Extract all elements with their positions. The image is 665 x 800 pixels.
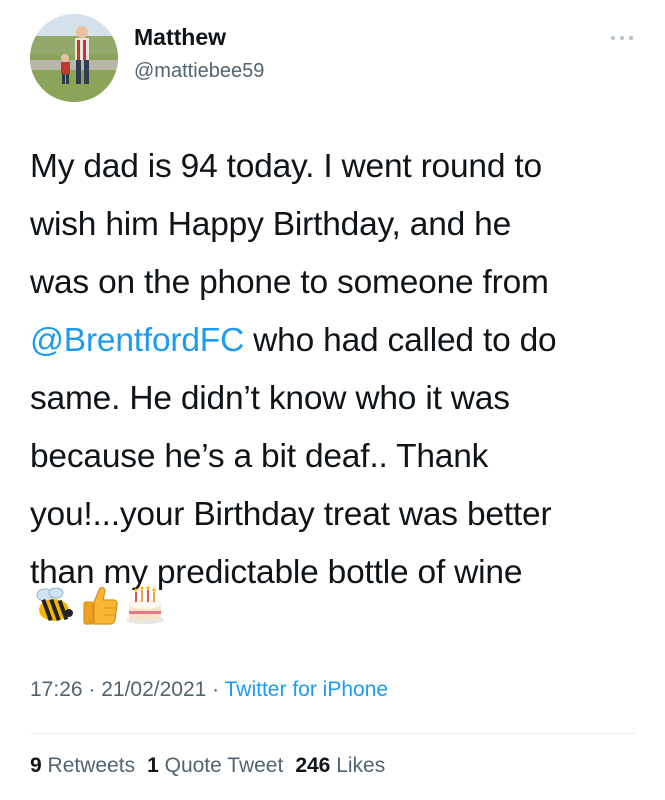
mention-link[interactable]: @BrentfordFC xyxy=(30,322,244,359)
tweet-stats: 9 Retweets 1 Quote Tweet 246 Likes xyxy=(30,754,385,778)
tweet-source-link[interactable]: Twitter for iPhone xyxy=(225,678,388,701)
meta-separator: · xyxy=(82,678,102,701)
likes-stat[interactable]: 246 Likes xyxy=(295,754,385,777)
tweet-line: because he’s a bit deaf.. Thank xyxy=(30,438,489,475)
avatar[interactable] xyxy=(30,14,118,102)
retweets-stat[interactable]: 9 Retweets xyxy=(30,754,135,777)
quote-tweets-label: Quote Tweet xyxy=(164,754,284,777)
retweets-label: Retweets xyxy=(47,754,136,777)
tweet-line: @BrentfordFC who had called to do xyxy=(30,312,642,370)
tweet-line: wish him Happy Birthday, and he xyxy=(30,206,512,243)
likes-label: Likes xyxy=(336,754,386,777)
emoji-row xyxy=(32,583,166,631)
retweets-count: 9 xyxy=(30,754,42,777)
tweet-line: was on the phone to someone from xyxy=(30,264,549,301)
author-display-name[interactable]: Matthew xyxy=(134,24,226,51)
tweet-line: My dad is 94 today. I went round to xyxy=(30,148,542,185)
quotes-stat[interactable]: 1 Quote Tweet xyxy=(147,754,283,777)
meta-separator: · xyxy=(206,678,225,701)
likes-count: 246 xyxy=(295,754,331,777)
quote-tweets-count: 1 xyxy=(147,754,159,777)
tweet-time[interactable]: 17:26 xyxy=(30,678,83,701)
more-options-icon[interactable] xyxy=(607,31,637,43)
tweet-line: you!...your Birthday treat was better xyxy=(30,496,552,533)
divider xyxy=(30,733,635,734)
tweet-date[interactable]: 21/02/2021 xyxy=(101,678,206,701)
tweet-text: My dad is 94 today. I went round to wish… xyxy=(30,138,642,602)
author-handle[interactable]: @mattiebee59 xyxy=(134,60,264,83)
bee-emoji-icon xyxy=(32,585,76,630)
thumbs-up-emoji-icon xyxy=(80,584,120,631)
tweet-line-rest: who had called to do xyxy=(244,322,557,359)
tweet-meta: 17:26 · 21/02/2021 · Twitter for iPhone xyxy=(30,678,388,702)
birthday-cake-emoji-icon xyxy=(124,584,166,631)
tweet-line: same. He didn’t know who it was xyxy=(30,380,510,417)
